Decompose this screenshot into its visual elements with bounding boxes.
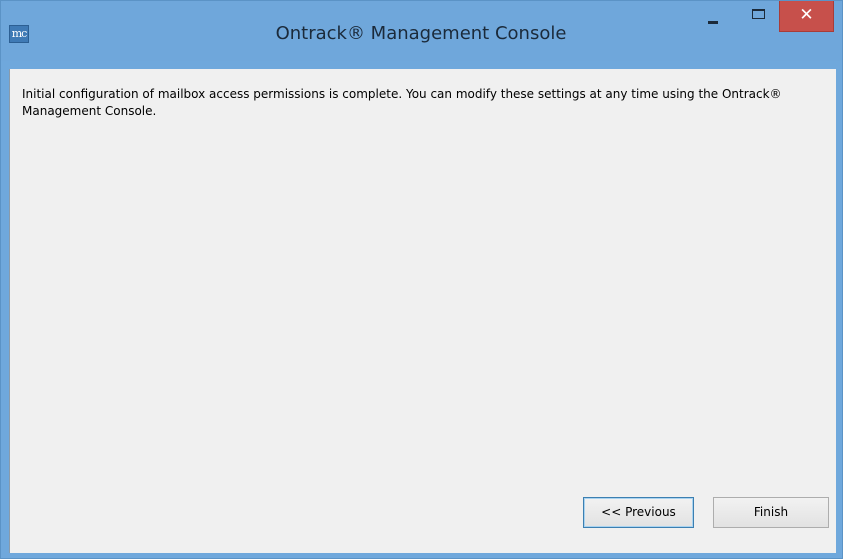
app-icon: mc xyxy=(9,25,29,43)
completion-message: Initial configuration of mailbox access … xyxy=(22,87,782,118)
maximize-icon xyxy=(752,9,765,19)
close-button[interactable]: ✕ xyxy=(779,1,834,32)
main-window: mc Ontrack® Management Console ✕ Initial… xyxy=(0,0,843,559)
window-title: Ontrack® Management Console xyxy=(275,23,567,44)
wizard-panel: Initial configuration of mailbox access … xyxy=(9,69,836,553)
close-icon: ✕ xyxy=(799,5,814,25)
finish-button[interactable]: Finish xyxy=(713,497,829,528)
minimize-button[interactable] xyxy=(695,1,730,31)
maximize-button[interactable] xyxy=(742,1,775,31)
title-bar[interactable]: mc Ontrack® Management Console ✕ xyxy=(1,1,842,61)
previous-button[interactable]: << Previous xyxy=(583,497,694,528)
minimize-icon xyxy=(708,21,718,24)
